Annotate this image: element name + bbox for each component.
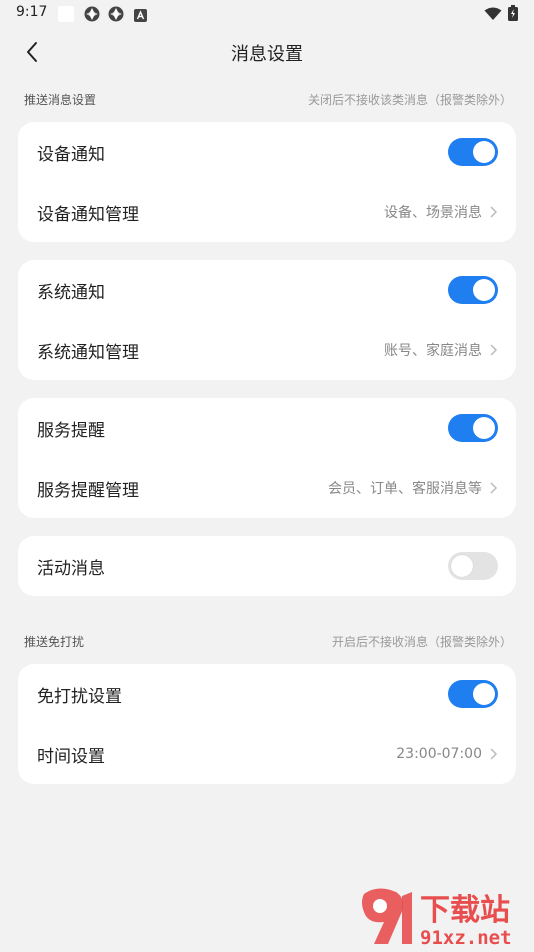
accessibility-icon [134, 7, 147, 22]
wifi-icon [484, 6, 502, 25]
page-title: 消息设置 [231, 44, 303, 65]
status-right [484, 5, 518, 25]
activity-toggle[interactable] [448, 552, 498, 580]
chevron-right-icon [490, 206, 498, 218]
section-header-dnd: 推送免打扰 开启后不接收消息（报警类除外） [24, 631, 512, 651]
card-service-remind: 服务提醒 服务提醒管理 会员、订单、客服消息等 [18, 398, 516, 518]
row-right: 会员、订单、客服消息等 [328, 478, 498, 498]
row-label: 设备通知 [37, 144, 105, 165]
row-dnd-time[interactable]: 时间设置 23:00-07:00 [18, 724, 516, 784]
row-value: 会员、订单、客服消息等 [328, 481, 482, 497]
chevron-right-icon [490, 748, 498, 760]
status-time: 9:17 [16, 4, 48, 20]
card-device-notify: 设备通知 设备通知管理 设备、场景消息 [18, 122, 516, 242]
row-right: 账号、家庭消息 [384, 340, 498, 360]
watermark-title: 下载站 [420, 893, 510, 928]
section-note: 关闭后不接收该类消息（报警类除外） [307, 92, 512, 107]
row-right: 设备、场景消息 [384, 202, 498, 222]
dnd-toggle[interactable] [448, 680, 498, 708]
watermark-domain: 91xz.net [420, 927, 512, 948]
watermark-logo: 下载站 91xz.net [358, 886, 528, 949]
row-system-notify: 系统通知 [18, 260, 516, 320]
row-service-remind-manage[interactable]: 服务提醒管理 会员、订单、客服消息等 [18, 458, 516, 518]
row-label: 活动消息 [37, 558, 105, 579]
row-label: 时间设置 [37, 746, 105, 767]
section-title: 推送免打扰 [24, 634, 85, 649]
section-note: 开启后不接收消息（报警类除外） [331, 634, 512, 649]
row-label: 系统通知 [37, 282, 105, 303]
app-icon [84, 6, 100, 22]
row-activity: 活动消息 [18, 536, 516, 596]
toggle-knob [473, 417, 495, 439]
row-device-notify-manage[interactable]: 设备通知管理 设备、场景消息 [18, 182, 516, 242]
device-notify-toggle[interactable] [448, 138, 498, 166]
service-remind-toggle[interactable] [448, 414, 498, 442]
card-system-notify: 系统通知 系统通知管理 账号、家庭消息 [18, 260, 516, 380]
nav-bar: 消息设置 [0, 28, 534, 76]
row-label: 设备通知管理 [37, 204, 139, 225]
toggle-knob [473, 279, 495, 301]
toggle-knob [451, 555, 473, 577]
row-service-remind: 服务提醒 [18, 398, 516, 458]
toggle-knob [473, 141, 495, 163]
section-title: 推送消息设置 [24, 92, 97, 107]
card-activity: 活动消息 [18, 536, 516, 596]
row-label: 系统通知管理 [37, 342, 139, 363]
row-right: 23:00-07:00 [396, 746, 498, 762]
card-dnd: 免打扰设置 时间设置 23:00-07:00 [18, 664, 516, 784]
chevron-right-icon [490, 482, 498, 494]
row-value: 设备、场景消息 [384, 205, 482, 221]
app-icon [108, 6, 124, 22]
notification-square-icon [58, 6, 74, 22]
row-label: 服务提醒管理 [37, 480, 139, 501]
section-header-push: 推送消息设置 关闭后不接收该类消息（报警类除外） [24, 89, 512, 109]
toggle-knob [473, 683, 495, 705]
status-bar: 9:17 [0, 0, 534, 28]
row-dnd: 免打扰设置 [18, 664, 516, 724]
row-value: 23:00-07:00 [396, 746, 482, 762]
row-label: 免打扰设置 [37, 686, 122, 707]
chevron-right-icon [490, 344, 498, 356]
system-notify-toggle[interactable] [448, 276, 498, 304]
row-label: 服务提醒 [37, 420, 105, 441]
row-system-notify-manage[interactable]: 系统通知管理 账号、家庭消息 [18, 320, 516, 380]
row-value: 账号、家庭消息 [384, 343, 482, 359]
row-device-notify: 设备通知 [18, 122, 516, 182]
battery-icon [508, 5, 518, 25]
